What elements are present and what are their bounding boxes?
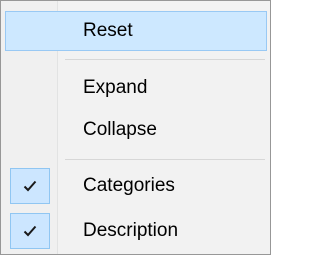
menu-separator [65, 59, 265, 60]
description-check-indicator [10, 213, 50, 249]
menu-item-label: Reset [83, 20, 133, 41]
menu-item-collapse[interactable]: Collapse [5, 110, 267, 150]
menu-item-label: Collapse [83, 119, 157, 140]
menu-item-label: Expand [83, 77, 148, 98]
categories-check-indicator [10, 168, 50, 204]
menu-item-reset[interactable]: Reset [5, 11, 267, 51]
menu-separator [65, 159, 265, 160]
checkmark-icon [23, 180, 37, 192]
menu-item-label: Description [83, 220, 179, 241]
menu-item-label: Categories [83, 175, 175, 196]
checkmark-icon [23, 225, 37, 237]
context-menu: Reset Expand Collapse Categories Descrip… [0, 0, 271, 255]
menu-item-expand[interactable]: Expand [5, 68, 267, 108]
